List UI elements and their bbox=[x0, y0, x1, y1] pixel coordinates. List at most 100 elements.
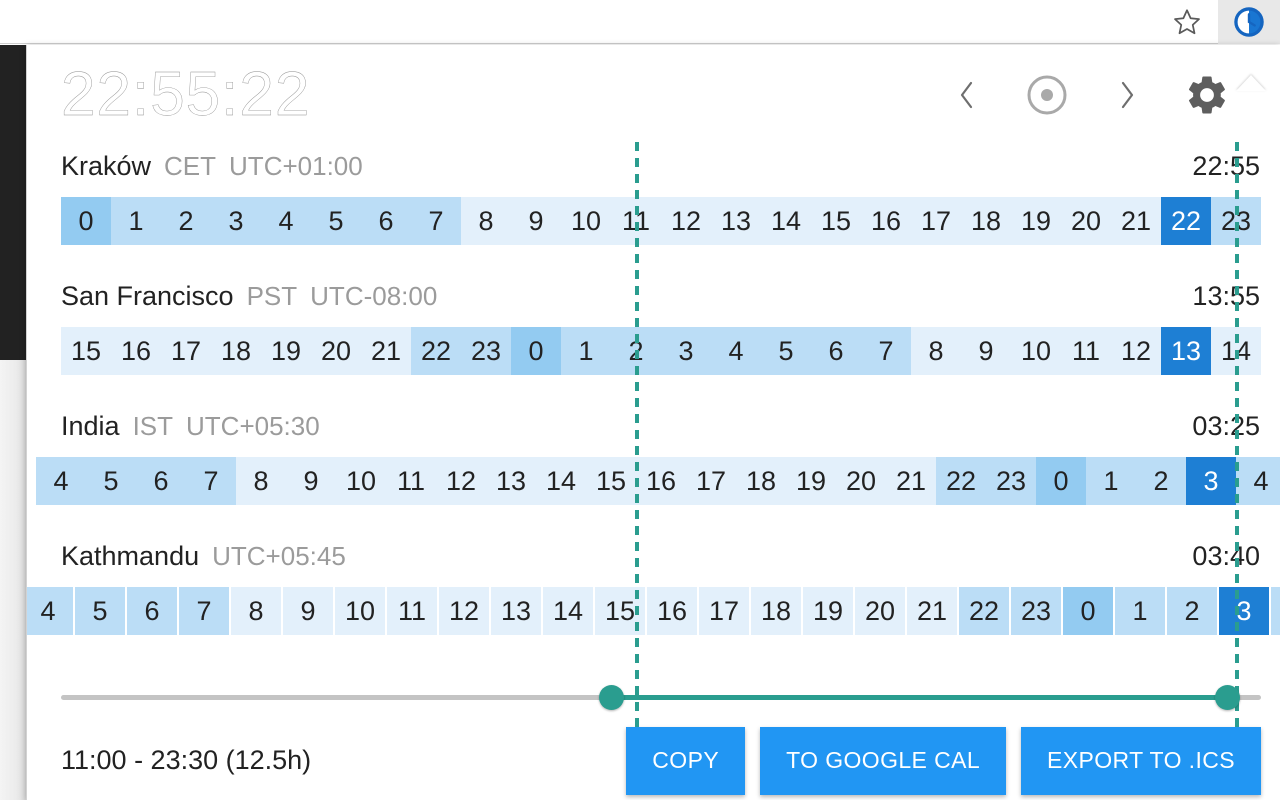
hour-cell[interactable]: 20 bbox=[1061, 197, 1111, 245]
hour-cell[interactable]: 5 bbox=[311, 197, 361, 245]
hour-cell[interactable]: 7 bbox=[861, 327, 911, 375]
hour-cell[interactable]: 10 bbox=[335, 587, 385, 635]
hour-cell[interactable]: 0 bbox=[61, 197, 111, 245]
hour-cell[interactable]: 19 bbox=[261, 327, 311, 375]
chevron-right-icon[interactable] bbox=[1114, 73, 1140, 117]
hour-cell[interactable]: 4 bbox=[27, 587, 73, 635]
hour-cell[interactable]: 14 bbox=[536, 457, 586, 505]
export-to-ics-button[interactable]: EXPORT TO .ICS bbox=[1021, 726, 1261, 795]
hour-cell[interactable]: 12 bbox=[1111, 327, 1161, 375]
hour-cell[interactable]: 19 bbox=[1011, 197, 1061, 245]
hour-cell-current[interactable]: 3 bbox=[1219, 587, 1269, 635]
hour-cell[interactable]: 19 bbox=[803, 587, 853, 635]
hour-cell[interactable]: 4 bbox=[36, 457, 86, 505]
hour-cell[interactable]: 17 bbox=[911, 197, 961, 245]
hour-cell[interactable]: 13 bbox=[486, 457, 536, 505]
hour-cell[interactable]: 2 bbox=[611, 327, 661, 375]
hour-cell[interactable]: 23 bbox=[986, 457, 1036, 505]
hour-cell[interactable]: 11 bbox=[387, 587, 437, 635]
hour-cell[interactable]: 18 bbox=[211, 327, 261, 375]
hour-cell[interactable]: 9 bbox=[283, 587, 333, 635]
hour-cell[interactable]: 15 bbox=[586, 457, 636, 505]
hour-cell[interactable]: 1 bbox=[1115, 587, 1165, 635]
hour-cell[interactable]: 16 bbox=[636, 457, 686, 505]
hour-cell[interactable]: 13 bbox=[491, 587, 541, 635]
hour-cell[interactable]: 9 bbox=[286, 457, 336, 505]
hour-cell[interactable]: 21 bbox=[361, 327, 411, 375]
hour-cell[interactable]: 21 bbox=[886, 457, 936, 505]
hour-cell[interactable]: 9 bbox=[511, 197, 561, 245]
hour-cell[interactable]: 17 bbox=[699, 587, 749, 635]
hour-cell[interactable]: 2 bbox=[1136, 457, 1186, 505]
hour-cell[interactable]: 18 bbox=[961, 197, 1011, 245]
hour-cell[interactable]: 17 bbox=[686, 457, 736, 505]
hour-cell[interactable]: 20 bbox=[836, 457, 886, 505]
hour-cell[interactable]: 11 bbox=[386, 457, 436, 505]
hour-cell[interactable]: 18 bbox=[751, 587, 801, 635]
hour-cell[interactable]: 17 bbox=[161, 327, 211, 375]
hour-cell[interactable]: 7 bbox=[186, 457, 236, 505]
to-google-cal-button[interactable]: TO GOOGLE CAL bbox=[760, 726, 1007, 795]
hour-strip[interactable]: 456789101112131415161718192021222301234 bbox=[27, 457, 1280, 505]
hour-cell[interactable]: 8 bbox=[236, 457, 286, 505]
hour-cell[interactable]: 20 bbox=[855, 587, 905, 635]
hour-cell[interactable]: 16 bbox=[861, 197, 911, 245]
hour-cell[interactable]: 5 bbox=[86, 457, 136, 505]
hour-cell[interactable]: 10 bbox=[1011, 327, 1061, 375]
hour-cell[interactable]: 14 bbox=[761, 197, 811, 245]
hour-cell[interactable]: 0 bbox=[511, 327, 561, 375]
hour-cell[interactable]: 13 bbox=[711, 197, 761, 245]
hour-cell[interactable]: 12 bbox=[436, 457, 486, 505]
hour-cell-current[interactable]: 22 bbox=[1161, 197, 1211, 245]
hour-cell[interactable]: 7 bbox=[179, 587, 229, 635]
hour-cell[interactable]: 2 bbox=[161, 197, 211, 245]
hour-cell[interactable]: 7 bbox=[411, 197, 461, 245]
hour-cell[interactable]: 23 bbox=[1011, 587, 1061, 635]
hour-cell[interactable]: 22 bbox=[936, 457, 986, 505]
hour-cell[interactable]: 2 bbox=[1167, 587, 1217, 635]
copy-button[interactable]: COPY bbox=[626, 726, 746, 795]
hour-cell[interactable]: 1 bbox=[561, 327, 611, 375]
hour-cell[interactable]: 5 bbox=[75, 587, 125, 635]
hour-cell[interactable]: 14 bbox=[543, 587, 593, 635]
hour-cell-current[interactable]: 13 bbox=[1161, 327, 1211, 375]
hour-cell[interactable]: 6 bbox=[361, 197, 411, 245]
hour-cell[interactable]: 19 bbox=[786, 457, 836, 505]
hour-cell[interactable]: 10 bbox=[561, 197, 611, 245]
target-dot-icon[interactable] bbox=[1024, 72, 1070, 118]
hour-cell[interactable]: 15 bbox=[595, 587, 645, 635]
hour-cell[interactable]: 8 bbox=[461, 197, 511, 245]
hour-cell[interactable]: 4 bbox=[1271, 587, 1280, 635]
hour-cell[interactable]: 0 bbox=[1036, 457, 1086, 505]
hour-cell-current[interactable]: 3 bbox=[1186, 457, 1236, 505]
hour-cell[interactable]: 6 bbox=[136, 457, 186, 505]
hour-cell[interactable]: 11 bbox=[1061, 327, 1111, 375]
hour-cell[interactable]: 22 bbox=[411, 327, 461, 375]
hour-cell[interactable]: 15 bbox=[811, 197, 861, 245]
extension-button-world-clock[interactable] bbox=[1218, 0, 1280, 44]
hour-cell[interactable]: 16 bbox=[647, 587, 697, 635]
chevron-left-icon[interactable] bbox=[954, 73, 980, 117]
hour-cell[interactable]: 9 bbox=[961, 327, 1011, 375]
hour-cell[interactable]: 11 bbox=[611, 197, 661, 245]
hour-cell[interactable]: 23 bbox=[1211, 197, 1261, 245]
gear-icon[interactable] bbox=[1184, 72, 1230, 118]
hour-strip[interactable]: 0 1 2 3 4 5 6 7 8 9 10 11 12 13 14 15 16 17 18 19 20 21 22 23 bbox=[27, 197, 1280, 245]
hour-cell[interactable]: 12 bbox=[661, 197, 711, 245]
hour-cell[interactable]: 1 bbox=[1086, 457, 1136, 505]
hour-cell[interactable]: 0 bbox=[1063, 587, 1113, 635]
hour-strip[interactable]: 456789101112131415161718192021222301234 bbox=[27, 587, 1280, 635]
hour-cell[interactable]: 14 bbox=[1211, 327, 1261, 375]
hour-cell[interactable]: 4 bbox=[261, 197, 311, 245]
hour-strip[interactable]: 15 16 17 18 19 20 21 22 23 0 1 2 3 4 5 6 7 8 9 10 11 12 13 14 bbox=[27, 327, 1280, 375]
hour-cell[interactable]: 4 bbox=[711, 327, 761, 375]
hour-cell[interactable]: 10 bbox=[336, 457, 386, 505]
hour-cell[interactable]: 6 bbox=[811, 327, 861, 375]
hour-cell[interactable]: 4 bbox=[1236, 457, 1280, 505]
hour-cell[interactable]: 21 bbox=[1111, 197, 1161, 245]
hour-cell[interactable]: 22 bbox=[959, 587, 1009, 635]
hour-cell[interactable]: 8 bbox=[231, 587, 281, 635]
hour-cell[interactable]: 20 bbox=[311, 327, 361, 375]
hour-cell[interactable]: 18 bbox=[736, 457, 786, 505]
hour-cell[interactable]: 5 bbox=[761, 327, 811, 375]
